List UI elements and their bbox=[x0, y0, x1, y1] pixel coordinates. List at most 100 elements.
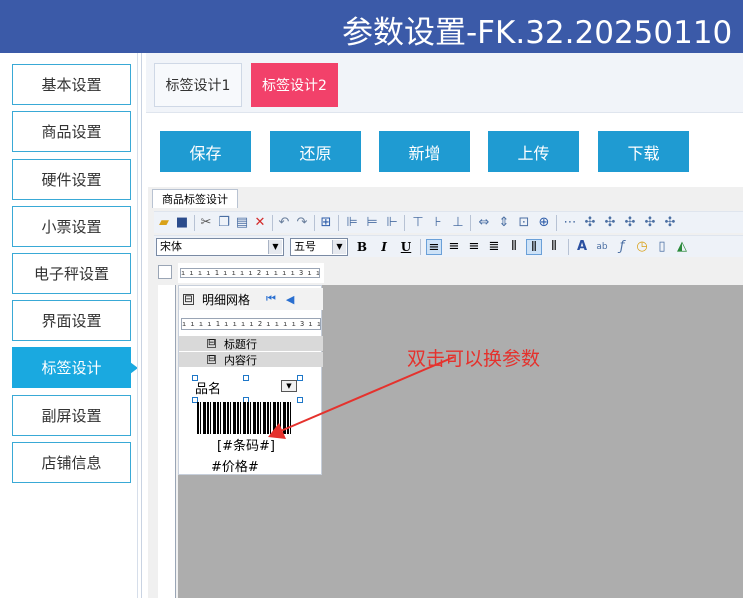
formula-icon[interactable]: ƒ bbox=[614, 239, 630, 255]
shape-icon[interactable]: ◭ bbox=[674, 239, 690, 255]
save-disk-icon[interactable]: ■ bbox=[174, 215, 190, 231]
space-increase-icon[interactable]: ✣ bbox=[582, 215, 598, 231]
toolbar-separator bbox=[470, 215, 471, 231]
toolbar-separator bbox=[272, 215, 273, 231]
delete-icon[interactable]: ✕ bbox=[252, 215, 268, 231]
first-record-icon[interactable]: ⏮ bbox=[266, 292, 276, 306]
italic-button[interactable]: I bbox=[376, 239, 392, 255]
toolbar-separator bbox=[194, 215, 195, 231]
space-decrease-icon[interactable]: ✣ bbox=[602, 215, 618, 231]
detail-grid-title: 明细网格 bbox=[202, 292, 251, 307]
open-folder-icon[interactable]: ▰ bbox=[156, 215, 172, 231]
toolbar-separator bbox=[404, 215, 405, 231]
collapse-icon[interactable]: ⊟ bbox=[207, 355, 216, 364]
font-size-select[interactable]: 五号 ▼ bbox=[290, 238, 348, 256]
align-bottom-icon[interactable]: ⊥ bbox=[450, 215, 466, 231]
bold-button[interactable]: B bbox=[354, 239, 370, 255]
chevron-down-icon: ▼ bbox=[332, 240, 346, 254]
chevron-down-icon[interactable]: ▼ bbox=[281, 380, 297, 392]
field-barcode[interactable]: [#条码#] bbox=[217, 435, 275, 454]
designer-tab[interactable]: 商品标签设计 bbox=[152, 189, 238, 208]
resize-handle[interactable] bbox=[192, 375, 198, 381]
collapse-icon[interactable]: ⊟ bbox=[183, 293, 194, 305]
download-button[interactable]: 下载 bbox=[598, 131, 689, 172]
designer-toolbar-format: 宋体 ▼ 五号 ▼ B I U ≡ ≡ ≡ ≣ ⦀ ⦀ ⦀ A ab ƒ ◷ ▯… bbox=[154, 235, 743, 257]
panel-ruler: ı ı ı ı 1 ı ı ı ı 2 ı ı ı ı 3 ı ı bbox=[181, 318, 321, 330]
text-align-left-icon[interactable]: ≡ bbox=[426, 239, 442, 255]
sidebar: 基本设置 商品设置 硬件设置 小票设置 电子秤设置 界面设置 标签设计 副屏设置… bbox=[0, 53, 142, 598]
ruler-top-scale: ı ı ı ı 1 ı ı ı ı 2 ı ı ı ı 3 ı ı bbox=[180, 268, 320, 278]
title-bar: 参数设置-FK.32.20250110 bbox=[0, 0, 743, 53]
sidebar-item-basic[interactable]: 基本设置 bbox=[12, 64, 131, 105]
toolbar-separator bbox=[420, 239, 421, 255]
same-height-icon[interactable]: ⇕ bbox=[496, 215, 512, 231]
text-align-center-icon[interactable]: ≡ bbox=[446, 239, 462, 255]
center-icon[interactable]: ⊕ bbox=[536, 215, 552, 231]
resize-handle[interactable] bbox=[297, 375, 303, 381]
underline-button[interactable]: U bbox=[398, 239, 414, 255]
align-middle-icon[interactable]: ⊦ bbox=[430, 215, 446, 231]
ruler-top: ı ı ı ı 1 ı ı ı ı 2 ı ı ı ı 3 ı ı bbox=[178, 263, 324, 283]
field-product-name[interactable]: 品名 bbox=[195, 378, 221, 397]
vertical-bottom-icon[interactable]: ⦀ bbox=[546, 239, 562, 255]
annotation-text: 双击可以换参数 bbox=[407, 348, 541, 370]
band-content-label: 内容行 bbox=[224, 353, 257, 367]
previous-record-icon[interactable]: ◀ bbox=[286, 293, 294, 306]
space-vertical-icon[interactable]: ✣ bbox=[642, 215, 658, 231]
clock-icon[interactable]: ◷ bbox=[634, 239, 650, 255]
label-designer: 商品标签设计 ▰ ■ ✂ ❐ ▤ ✕ ↶ ↷ ⊞ ⊫ ⊨ ⊩ ⊤ ⊦ ⊥ ⇔ ⇕ bbox=[148, 187, 743, 598]
align-top-icon[interactable]: ⊤ bbox=[410, 215, 426, 231]
sidebar-item-second-screen[interactable]: 副屏设置 bbox=[12, 395, 131, 436]
sidebar-item-hardware[interactable]: 硬件设置 bbox=[12, 159, 131, 200]
add-button[interactable]: 新增 bbox=[379, 131, 470, 172]
band-title-row[interactable]: ⊟ 标题行 bbox=[179, 336, 323, 351]
space-horizontal-icon[interactable]: ⋯ bbox=[562, 215, 578, 231]
sidebar-item-store-info[interactable]: 店铺信息 bbox=[12, 442, 131, 483]
font-family-value: 宋体 bbox=[160, 240, 182, 253]
select-icon[interactable]: ⊞ bbox=[318, 215, 334, 231]
same-width-icon[interactable]: ⇔ bbox=[476, 215, 492, 231]
align-right-icon[interactable]: ⊩ bbox=[384, 215, 400, 231]
sidebar-item-interface[interactable]: 界面设置 bbox=[12, 300, 131, 341]
upload-button[interactable]: 上传 bbox=[488, 131, 579, 172]
sidebar-item-product[interactable]: 商品设置 bbox=[12, 111, 131, 152]
restore-button[interactable]: 还原 bbox=[270, 131, 361, 172]
sidebar-item-scale[interactable]: 电子秤设置 bbox=[12, 253, 131, 294]
tab-label-design-1[interactable]: 标签设计1 bbox=[154, 63, 242, 107]
vertical-top-icon[interactable]: ⦀ bbox=[506, 239, 522, 255]
copy-icon[interactable]: ❐ bbox=[216, 215, 232, 231]
resize-handle[interactable] bbox=[243, 375, 249, 381]
font-family-select[interactable]: 宋体 ▼ bbox=[156, 238, 284, 256]
ruler-left bbox=[158, 285, 176, 598]
text-justify-icon[interactable]: ≣ bbox=[486, 239, 502, 255]
text-field-icon[interactable]: ab bbox=[594, 239, 610, 255]
sidebar-item-label-design[interactable]: 标签设计 bbox=[12, 347, 138, 388]
band-content-row[interactable]: ⊟ 内容行 bbox=[179, 352, 323, 367]
page-icon[interactable]: ▯ bbox=[654, 239, 670, 255]
sidebar-item-receipt[interactable]: 小票设置 bbox=[12, 206, 131, 247]
detail-grid-header: ⊟ 明细网格 ⏮ ◀ bbox=[179, 288, 323, 310]
undo-icon[interactable]: ↶ bbox=[276, 215, 292, 231]
resize-handle[interactable] bbox=[297, 397, 303, 403]
barcode-graphic[interactable] bbox=[197, 402, 293, 434]
align-left-icon[interactable]: ⊫ bbox=[344, 215, 360, 231]
redo-icon[interactable]: ↷ bbox=[294, 215, 310, 231]
font-color-icon[interactable]: A bbox=[574, 239, 590, 255]
save-button[interactable]: 保存 bbox=[160, 131, 251, 172]
field-price[interactable]: #价格# bbox=[211, 456, 259, 475]
tab-label-design-2[interactable]: 标签设计2 bbox=[251, 63, 338, 107]
collapse-icon[interactable]: ⊟ bbox=[207, 339, 216, 348]
main-content: 标签设计1 标签设计2 保存 还原 新增 上传 下载 商品标签设计 ▰ ■ ✂ … bbox=[146, 53, 743, 598]
cut-icon[interactable]: ✂ bbox=[198, 215, 214, 231]
band-title-label: 标题行 bbox=[224, 337, 257, 351]
toolbar-separator bbox=[314, 215, 315, 231]
space-remove-icon[interactable]: ✣ bbox=[622, 215, 638, 231]
align-center-icon[interactable]: ⊨ bbox=[364, 215, 380, 231]
detail-grid-panel[interactable]: ⊟ 明细网格 ⏮ ◀ ı ı ı ı 1 ı ı ı ı 2 ı ı ı ı 3… bbox=[178, 285, 323, 475]
more-layout-icon[interactable]: ✣ bbox=[662, 215, 678, 231]
vertical-middle-icon[interactable]: ⦀ bbox=[526, 239, 542, 255]
label-tabs: 标签设计1 标签设计2 bbox=[146, 53, 743, 113]
same-size-icon[interactable]: ⊡ bbox=[516, 215, 532, 231]
text-align-right-icon[interactable]: ≡ bbox=[466, 239, 482, 255]
paste-icon[interactable]: ▤ bbox=[234, 215, 250, 231]
